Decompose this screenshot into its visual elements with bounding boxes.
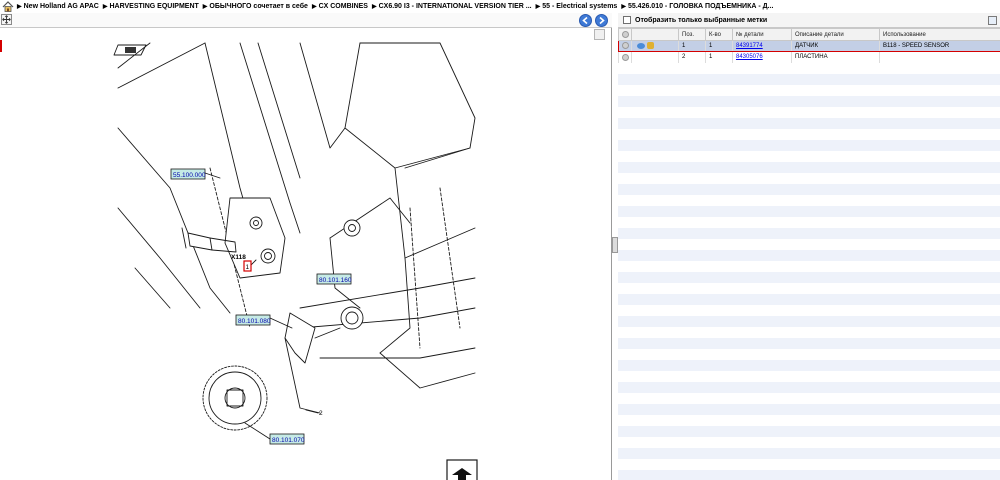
view-icon[interactable] bbox=[637, 42, 645, 49]
row-part-number: 84391774 bbox=[732, 40, 792, 52]
previous-page-button[interactable] bbox=[579, 14, 592, 27]
row-actions bbox=[631, 40, 679, 52]
row-select[interactable] bbox=[618, 51, 632, 63]
arrow-right-icon bbox=[599, 16, 605, 25]
breadcrumb: ▶ New Holland AG APAC ▶ HARVESTING EQUIPME… bbox=[0, 0, 1000, 13]
header-description[interactable]: Описание детали bbox=[791, 28, 880, 41]
row-quantity: 1 bbox=[705, 40, 733, 52]
row-position: 1 bbox=[678, 40, 706, 52]
svg-text:80.101.070: 80.101.070 bbox=[272, 437, 305, 444]
header-position[interactable]: Поз. bbox=[678, 28, 706, 41]
svg-text:80.101.080: 80.101.080 bbox=[238, 318, 271, 325]
row-select-icon bbox=[622, 53, 629, 61]
position-1-marker[interactable]: 1 bbox=[243, 260, 252, 272]
part-number-link[interactable]: 84305076 bbox=[736, 54, 763, 60]
row-description: ПЛАСТИНА bbox=[791, 51, 880, 63]
row-usage: B118 - SPEED SENSOR bbox=[879, 40, 1000, 52]
header-part-number[interactable]: № детали bbox=[732, 28, 792, 41]
arrow-left-icon bbox=[582, 16, 588, 25]
callout-80-101-080[interactable]: 80.101.080 bbox=[235, 314, 271, 326]
cart-icon[interactable] bbox=[647, 42, 654, 50]
diagram-pane: 55.100.000 80.101.160 80.101.080 80.101.… bbox=[0, 13, 612, 480]
svg-text:80.101.160: 80.101.160 bbox=[319, 277, 352, 284]
callout-80-101-160[interactable]: 80.101.160 bbox=[316, 273, 352, 285]
row-position: 2 bbox=[678, 51, 706, 63]
row-usage bbox=[879, 51, 1000, 63]
part-number-link[interactable]: 84391774 bbox=[736, 43, 763, 49]
header-quantity[interactable]: К-во bbox=[705, 28, 733, 41]
row-description: ДАТЧИК bbox=[791, 40, 880, 52]
header-actions bbox=[631, 28, 679, 41]
sensor-code-label: X118 bbox=[231, 254, 246, 261]
svg-text:55.100.000: 55.100.000 bbox=[173, 172, 206, 179]
breadcrumb-item-type[interactable]: ▶ ОБЫЧНОГО сочетает в себе bbox=[203, 3, 312, 10]
table-empty-area bbox=[618, 63, 1000, 480]
diagram-jump-button[interactable] bbox=[446, 459, 478, 480]
export-icon[interactable] bbox=[988, 16, 997, 25]
breadcrumb-item-brand[interactable]: ▶ New Holland AG APAC bbox=[17, 3, 103, 10]
row-part-number: 84305076 bbox=[732, 51, 792, 63]
show-selected-only-label: Отобразить только выбранные метки bbox=[635, 16, 768, 24]
header-usage[interactable]: Использование bbox=[879, 28, 1000, 41]
header-select-all[interactable] bbox=[618, 28, 632, 41]
breadcrumb-item-section[interactable]: ▶ 55 - Electrical systems bbox=[536, 3, 622, 10]
row-quantity: 1 bbox=[705, 51, 733, 63]
table-row[interactable]: 2 1 84305076 ПЛАСТИНА bbox=[618, 51, 1000, 63]
diagram-toolbar bbox=[0, 13, 612, 28]
breadcrumb-item-model[interactable]: ▶ CX6.90 I3 - INTERNATIONAL VERSION TIER … bbox=[372, 3, 536, 10]
parts-table: Поз. К-во № детали Описание детали Испол… bbox=[618, 28, 1000, 63]
filter-bar: Отобразить только выбранные метки bbox=[618, 13, 1000, 28]
breadcrumb-item-family[interactable]: ▶ CX COMBINES bbox=[312, 3, 372, 10]
svg-text:1: 1 bbox=[246, 264, 250, 271]
parts-pane: Отобразить только выбранные метки Поз. К… bbox=[618, 13, 1000, 480]
position-2-label: 2 bbox=[319, 410, 323, 417]
row-select-icon bbox=[622, 42, 629, 50]
show-selected-only-checkbox[interactable] bbox=[623, 16, 631, 24]
table-row[interactable]: 1 1 84391774 ДАТЧИК B118 - SPEED SENSOR bbox=[618, 40, 1000, 52]
select-all-icon bbox=[622, 30, 629, 38]
callout-55-100-000[interactable]: 55.100.000 bbox=[170, 168, 206, 180]
row-select[interactable] bbox=[618, 40, 632, 52]
breadcrumb-item-page[interactable]: ▶ 55.426.010 - ГОЛОВКА ПОДЪЕМНИКА - Д... bbox=[621, 3, 777, 10]
home-icon[interactable] bbox=[2, 1, 14, 12]
row-actions bbox=[631, 51, 679, 63]
table-header: Поз. К-во № детали Описание детали Испол… bbox=[618, 28, 1000, 41]
breadcrumb-item-equipment[interactable]: ▶ HARVESTING EQUIPMENT bbox=[103, 3, 203, 10]
parts-diagram: 55.100.000 80.101.160 80.101.080 80.101.… bbox=[113, 42, 478, 480]
move-icon[interactable] bbox=[1, 14, 12, 25]
next-page-button[interactable] bbox=[595, 14, 608, 27]
callout-80-101-070[interactable]: 80.101.070 bbox=[269, 433, 305, 445]
